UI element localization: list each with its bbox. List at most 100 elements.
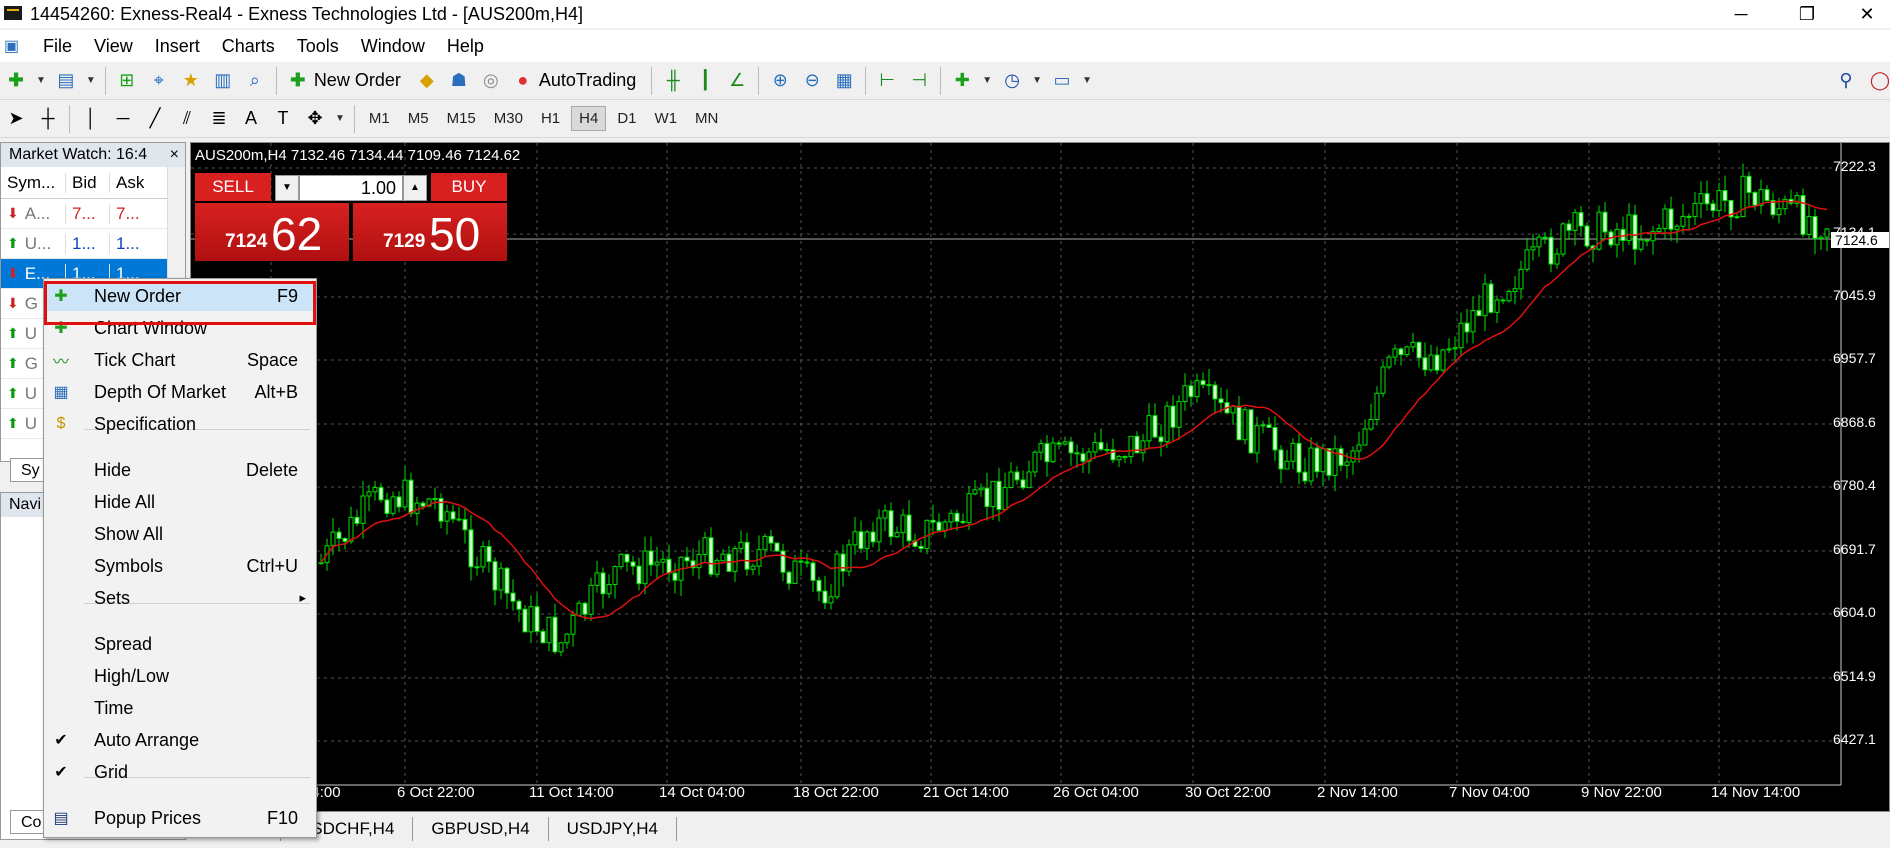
lot-increase-button[interactable]: ▲ [403,175,427,201]
navigator-icon[interactable]: ★ [178,68,204,94]
chevron-down-icon[interactable]: ▼ [86,75,96,86]
chat-icon[interactable]: ◯ [1867,68,1890,94]
menu-item-grid[interactable]: ✔ Grid [44,757,316,787]
buy-button[interactable]: BUY [431,173,507,201]
menu-view[interactable]: View [83,36,144,57]
timeframe-h1[interactable]: H1 [534,107,567,130]
profiles-icon[interactable]: ▤ [53,68,79,94]
market-watch-row[interactable]: ⬆ U... 1... 1... [1,229,185,259]
menu-item-time[interactable]: Time [44,693,316,723]
column-bid[interactable]: Bid [65,172,109,193]
market-icon[interactable]: ◎ [478,68,504,94]
column-symbol[interactable]: Sym... [1,173,65,193]
zoom-out-icon[interactable]: ⊖ [799,68,825,94]
bar-chart-icon[interactable]: ╫ [660,68,686,94]
new-order-icon[interactable]: ✚ [285,68,311,94]
chevron-down-icon[interactable]: ▼ [335,113,345,124]
menu-item-symbols[interactable]: Symbols Ctrl+U [44,551,316,581]
autoscroll-icon[interactable]: ⊣ [906,68,932,94]
x-axis-label: 30 Oct 22:00 [1185,784,1271,801]
menu-item-high-low[interactable]: High/Low [44,661,316,691]
sell-button[interactable]: SELL [195,173,271,201]
strategy-tester-icon[interactable]: ⌕ [242,68,268,94]
horizontal-line-icon[interactable]: ─ [110,106,136,132]
autotrading-button[interactable]: AutoTrading [539,70,636,91]
menu-item-popup-prices[interactable]: ▤ Popup Prices F10 [44,803,316,833]
templates-icon[interactable]: ▭ [1049,68,1075,94]
line-chart-icon[interactable]: ∠ [724,68,750,94]
chevron-down-icon[interactable]: ▼ [1032,75,1042,86]
autotrading-icon[interactable]: ● [510,68,536,94]
chevron-down-icon[interactable]: ▼ [36,75,46,86]
menu-insert[interactable]: Insert [144,36,211,57]
close-button[interactable]: ✕ [1844,0,1890,28]
indicators-icon[interactable]: ✚ [949,68,975,94]
menu-window[interactable]: Window [350,36,436,57]
timeframe-m15[interactable]: M15 [440,107,483,130]
metaeditor-icon[interactable]: ◆ [414,68,440,94]
chevron-down-icon[interactable]: ▼ [1082,75,1092,86]
sell-price-box[interactable]: 7124 62 [195,203,349,261]
periods-icon[interactable]: ◷ [999,68,1025,94]
menu-item-auto-arrange[interactable]: ✔ Auto Arrange [44,725,316,755]
equidistant-channel-icon[interactable]: ⫽ [174,106,200,132]
new-order-button[interactable]: New Order [314,70,401,91]
lot-size-input[interactable]: 1.00 [299,175,403,201]
candle-body [1416,341,1422,359]
timeframe-h4[interactable]: H4 [571,106,607,131]
child-window-icon[interactable]: ▣ [4,36,32,56]
arrows-icon[interactable]: ✥ [302,106,328,132]
x-axis-label: 21 Oct 14:00 [923,784,1009,801]
trendline-icon[interactable]: ╱ [142,106,168,132]
market-watch-row[interactable]: ⬇ A... 7... 7... [1,199,185,229]
menu-item-hide-all[interactable]: Hide All [44,487,316,517]
chart-tab-usdjpy[interactable]: USDJPY,H4 [549,817,677,841]
new-chart-icon[interactable]: ✚ [3,68,29,94]
menu-file[interactable]: File [32,36,83,57]
vertical-line-icon[interactable]: │ [78,106,104,132]
chevron-down-icon[interactable]: ▼ [982,75,992,86]
terminal-icon[interactable]: ▥ [210,68,236,94]
market-watch-icon[interactable]: ⊞ [114,68,140,94]
data-window-icon[interactable]: ⌖ [146,68,172,94]
restore-button[interactable]: ❐ [1784,0,1830,28]
crosshair-icon[interactable]: ┼ [35,106,61,132]
menu-help[interactable]: Help [436,36,495,57]
cursor-icon[interactable]: ➤ [3,106,29,132]
menu-item-sets[interactable]: Sets ▸ [44,583,316,613]
menu-item-specification[interactable]: $ Specification [44,409,316,439]
timeframe-w1[interactable]: W1 [648,107,685,130]
price-chart[interactable]: AUS200m,H4 7132.46 7134.44 7109.46 7124.… [190,142,1890,812]
timeframe-m1[interactable]: M1 [362,107,397,130]
menu-item-hide[interactable]: Hide Delete [44,455,316,485]
menu-item-spread[interactable]: Spread [44,629,316,659]
candle-body [1254,425,1260,454]
timeframe-m30[interactable]: M30 [487,107,530,130]
fibonacci-icon[interactable]: ≣ [206,106,232,132]
text-icon[interactable]: A [238,106,264,132]
timeframe-m5[interactable]: M5 [401,107,436,130]
chart-shift-icon[interactable]: ⊢ [874,68,900,94]
minimize-button[interactable]: ─ [1718,0,1764,28]
signals-icon[interactable]: ☗ [446,68,472,94]
timeframe-d1[interactable]: D1 [610,107,643,130]
menu-item-depth-of-market[interactable]: ▦ Depth Of Market Alt+B [44,377,316,407]
menu-item-tick-chart[interactable]: 〰 Tick Chart Space [44,345,316,375]
lot-decrease-button[interactable]: ▼ [275,175,299,201]
buy-price-box[interactable]: 7129 50 [353,203,507,261]
candle-body [720,553,726,562]
column-ask[interactable]: Ask [109,172,153,193]
candle-body [1428,354,1434,371]
search-icon[interactable]: ⚲ [1833,68,1859,94]
specification-icon: $ [56,415,66,432]
text-label-icon[interactable]: T [270,106,296,132]
close-icon[interactable]: × [170,143,179,167]
menu-charts[interactable]: Charts [211,36,286,57]
menu-item-show-all[interactable]: Show All [44,519,316,549]
zoom-in-icon[interactable]: ⊕ [767,68,793,94]
timeframe-mn[interactable]: MN [688,107,725,130]
chart-tab-gbpusd[interactable]: GBPUSD,H4 [413,817,549,841]
menu-tools[interactable]: Tools [286,36,350,57]
candlestick-icon[interactable]: ┃ [692,68,718,94]
tile-windows-icon[interactable]: ▦ [831,68,857,94]
